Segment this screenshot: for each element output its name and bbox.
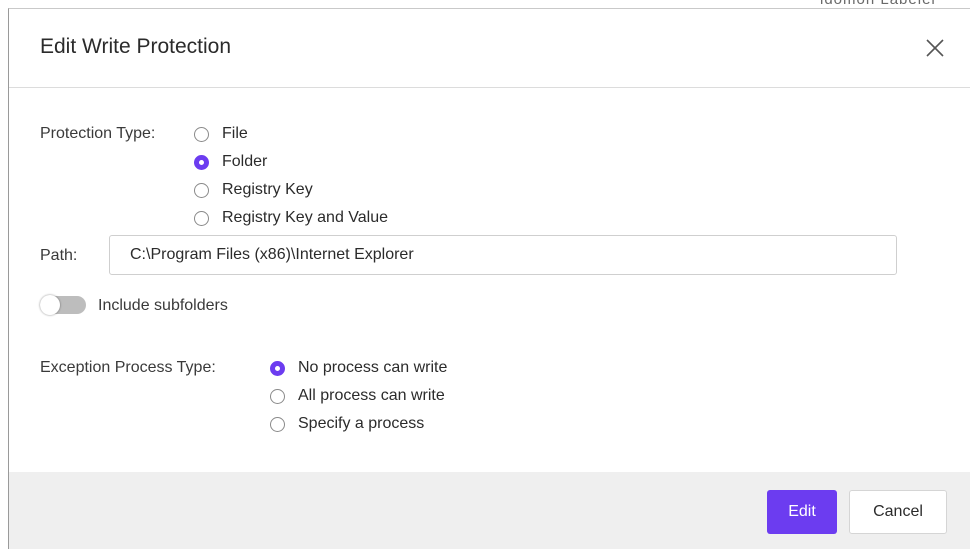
exception-specify-process-option[interactable]: Specify a process [270,414,424,434]
include-subfolders-toggle[interactable] [40,295,86,315]
dialog-body: Protection Type: File Folder Registry Ke… [9,88,970,472]
radio-label-specify-process: Specify a process [298,415,425,432]
radio-label-registry-key: Registry Key [222,181,313,198]
radio-registry-key[interactable] [194,182,209,198]
toggle-knob [40,295,60,315]
protection-type-file-option[interactable]: File [194,124,248,144]
edit-button[interactable]: Edit [767,490,837,534]
radio-label-file: File [222,125,248,142]
background-window-label: ldomon Labeler [820,0,937,8]
edit-write-protection-dialog: Edit Write Protection Protection Type: F… [8,8,970,549]
radio-all-process[interactable] [270,388,285,404]
protection-type-folder-option[interactable]: Folder [194,152,267,172]
protection-type-label: Protection Type: [40,125,156,142]
radio-specify-process[interactable] [270,416,285,432]
radio-label-all-process: All process can write [298,387,445,404]
path-input[interactable] [109,235,897,275]
exception-no-process-option[interactable]: No process can write [270,358,447,378]
close-button[interactable] [923,36,947,60]
cancel-button[interactable]: Cancel [849,490,947,534]
radio-label-no-process: No process can write [298,359,448,376]
exception-process-type-label: Exception Process Type: [40,359,216,376]
exception-all-process-option[interactable]: All process can write [270,386,445,406]
protection-type-registry-key-value-option[interactable]: Registry Key and Value [194,208,388,228]
dialog-header: Edit Write Protection [9,9,970,88]
radio-label-registry-key-value: Registry Key and Value [222,209,389,226]
radio-label-folder: Folder [222,153,268,170]
dialog-title: Edit Write Protection [40,35,232,58]
radio-folder[interactable] [194,154,209,170]
protection-type-registry-key-option[interactable]: Registry Key [194,180,313,200]
include-subfolders-label: Include subfolders [98,297,228,314]
dialog-footer: Edit Cancel [9,472,970,549]
close-icon [926,39,944,57]
radio-registry-key-value[interactable] [194,210,209,226]
background-window-text: ldomon Labeler [810,0,972,8]
path-label: Path: [40,247,78,264]
radio-file[interactable] [194,126,209,142]
radio-no-process[interactable] [270,360,285,376]
